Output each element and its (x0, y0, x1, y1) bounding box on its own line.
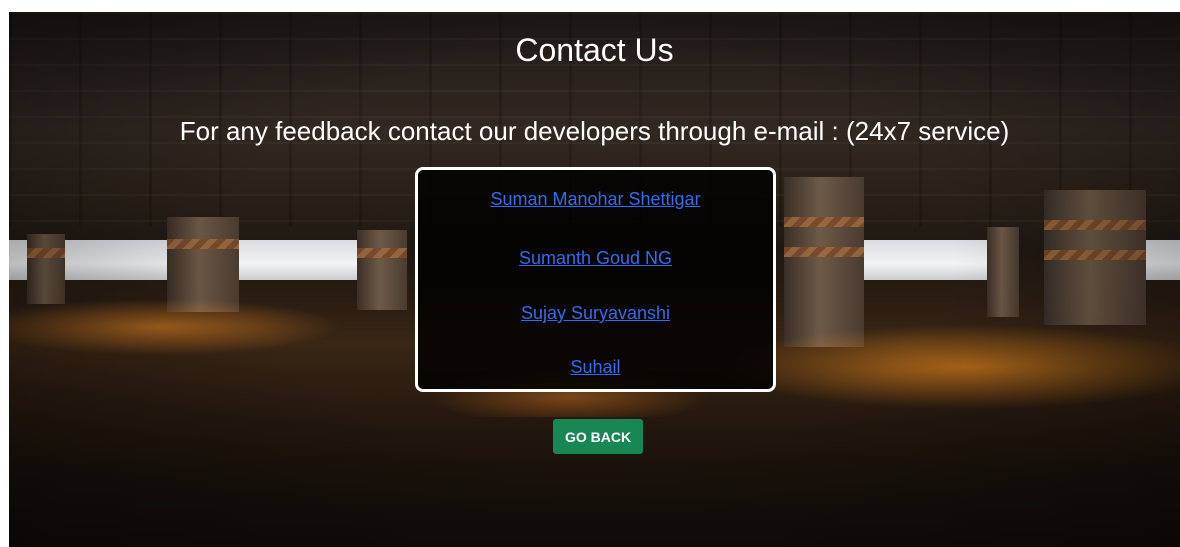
go-back-button[interactable]: GO BACK (553, 419, 643, 454)
page-frame: Contact Us For any feedback contact our … (9, 12, 1180, 547)
contact-list: Suman Manohar Shettigar Sumanth Goud NG … (415, 167, 776, 392)
contact-link-sujay[interactable]: Sujay Suryavanshi (418, 303, 773, 324)
contact-link-sumanth[interactable]: Sumanth Goud NG (418, 248, 773, 269)
contact-link-suman[interactable]: Suman Manohar Shettigar (418, 189, 773, 210)
contact-link-suhail[interactable]: Suhail (418, 357, 773, 378)
page-title: Contact Us (515, 32, 674, 68)
page-subtitle: For any feedback contact our developers … (179, 116, 1010, 146)
